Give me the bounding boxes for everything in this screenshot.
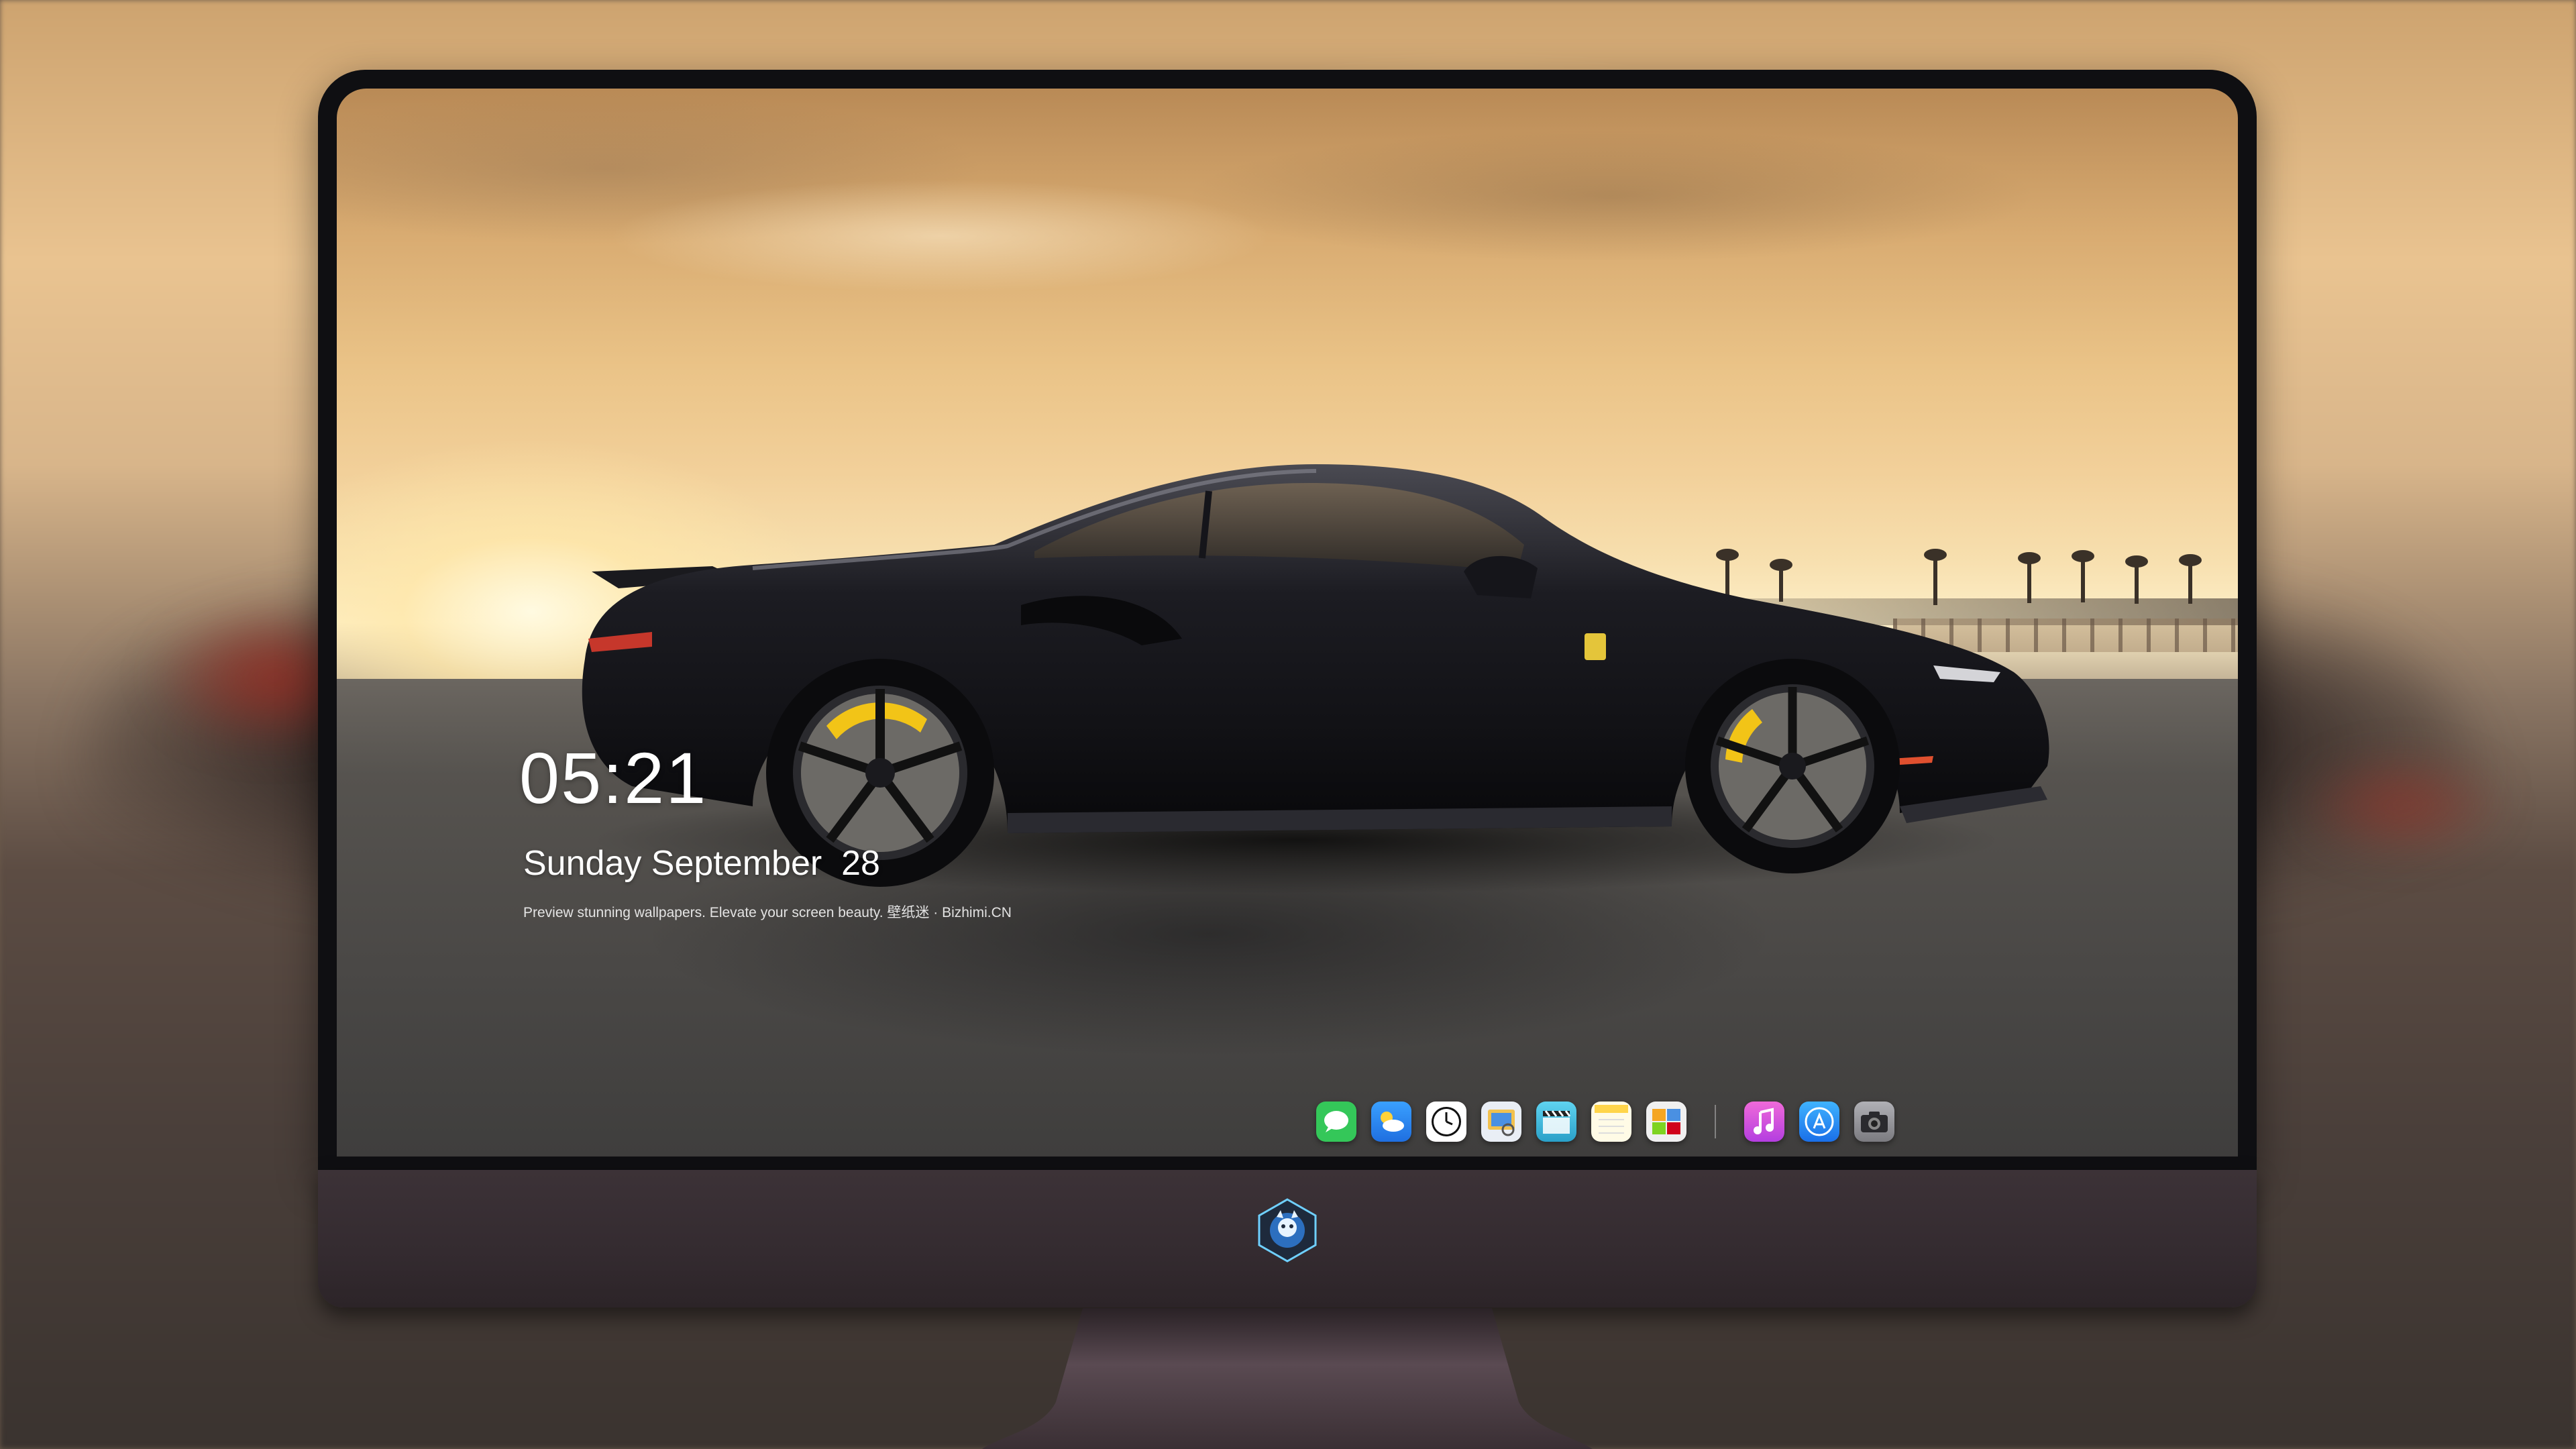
app-store-icon[interactable] <box>1799 1102 1839 1142</box>
lock-screen-time: 05:21 <box>519 737 708 818</box>
monitor-bezel: 05:21 Sunday September 28 Preview stunni… <box>318 70 2257 1170</box>
dock <box>1316 1098 1894 1145</box>
music-icon[interactable] <box>1744 1102 1784 1142</box>
weather-icon[interactable] <box>1371 1102 1411 1142</box>
brand-logo <box>1258 1198 1317 1263</box>
dock-separator <box>1715 1105 1716 1138</box>
notes-icon[interactable] <box>1591 1102 1631 1142</box>
messages-icon[interactable] <box>1316 1102 1356 1142</box>
blurred-headlight <box>2294 751 2509 859</box>
monitor: 05:21 Sunday September 28 Preview stunni… <box>318 70 2257 1449</box>
video-clapper-icon[interactable] <box>1536 1102 1576 1142</box>
front-wheel <box>1685 659 1900 873</box>
lock-screen-date: Sunday September 28 <box>523 844 880 883</box>
clock-icon[interactable] <box>1426 1102 1466 1142</box>
monitor-stand <box>982 1308 1593 1449</box>
screen: 05:21 Sunday September 28 Preview stunni… <box>337 89 2238 1157</box>
preview-icon[interactable] <box>1481 1102 1521 1142</box>
photo-gallery-icon[interactable] <box>1646 1102 1686 1142</box>
monitor-chin <box>318 1170 2257 1307</box>
sports-car <box>582 464 2049 894</box>
wallpaper-tagline: Preview stunning wallpapers. Elevate you… <box>523 905 1012 920</box>
camera-icon[interactable] <box>1854 1102 1894 1142</box>
